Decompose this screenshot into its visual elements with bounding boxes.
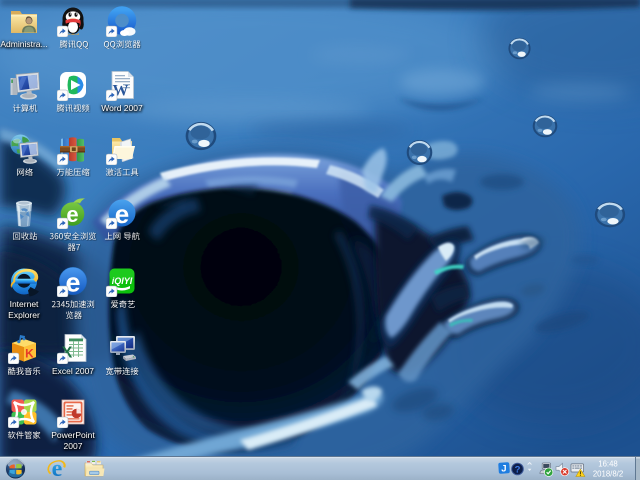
svg-text:J: J xyxy=(501,464,506,475)
svg-text:2018/8/2: 2018/8/2 xyxy=(593,469,623,478)
svg-text:?: ? xyxy=(515,465,521,476)
svg-text:16:48: 16:48 xyxy=(598,459,618,468)
svg-text:K: K xyxy=(25,347,34,361)
svg-text:iQIYI: iQIYI xyxy=(112,276,133,286)
svg-text:e: e xyxy=(52,456,63,480)
